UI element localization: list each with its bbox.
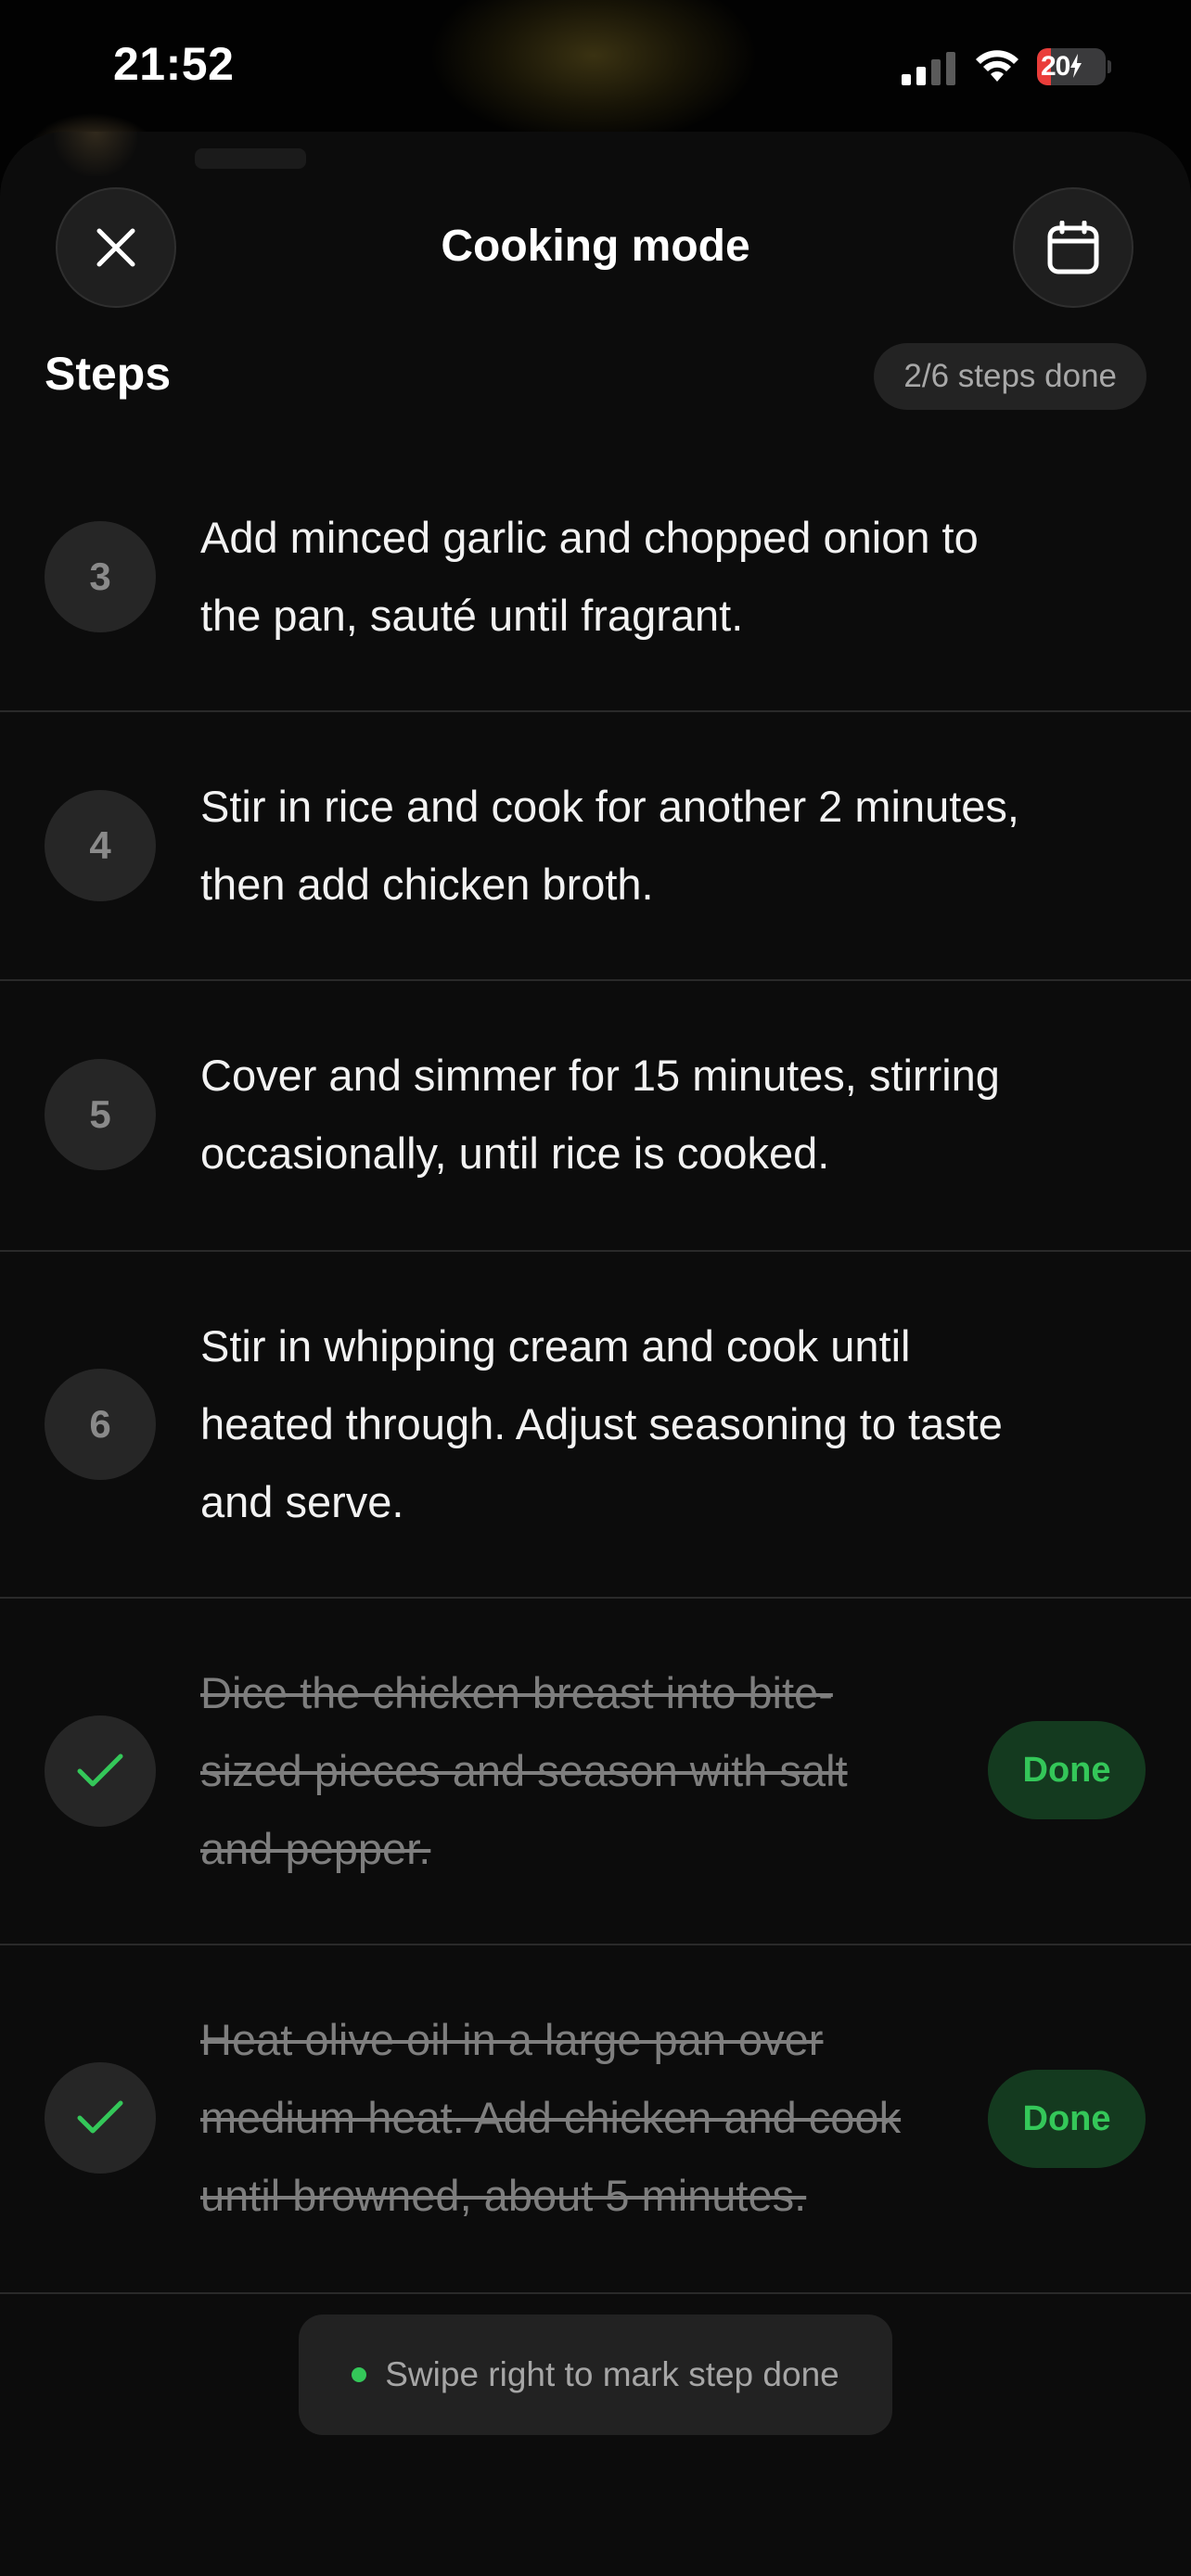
checkmark-icon (77, 2100, 123, 2134)
step-list: 3 Add minced garlic and chopped onion to… (0, 441, 1191, 2294)
step-text-line: Dice the chicken breast into bite- (200, 1668, 833, 1717)
step-row-completed[interactable]: Dice the chicken breast into bite- sized… (0, 1599, 1191, 1945)
step-done-indicator (45, 2062, 156, 2174)
step-row[interactable]: 6 Stir in whipping cream and cook until … (0, 1252, 1191, 1599)
step-text-line: heated through. Adjust seasoning to tast… (200, 1399, 1003, 1448)
calendar-icon (1047, 221, 1099, 274)
step-text: Stir in whipping cream and cook until he… (200, 1307, 1003, 1541)
step-row[interactable]: 3 Add minced garlic and chopped onion to… (0, 441, 1191, 712)
status-bar: 21:52 20 (0, 0, 1191, 130)
step-text-line: the pan, sauté until fragrant. (200, 591, 744, 640)
steps-heading: Steps (45, 348, 172, 400)
step-text-line: and pepper. (200, 1824, 431, 1873)
swipe-hint-toast: Swipe right to mark step done (299, 2315, 892, 2435)
wifi-icon (976, 50, 1018, 82)
battery-level: 20 (1041, 51, 1082, 83)
step-text-line: then add chicken broth. (200, 860, 654, 909)
step-row-completed[interactable]: Heat olive oil in a large pan over mediu… (0, 1945, 1191, 2294)
step-text-line: Cover and simmer for 15 minutes, stirrin… (200, 1051, 1000, 1100)
step-text-line: Stir in whipping cream and cook until (200, 1321, 911, 1371)
cellular-signal-icon (902, 52, 955, 85)
steps-progress-badge: 2/6 steps done (874, 343, 1146, 410)
status-time: 21:52 (113, 38, 235, 90)
step-text-line: Heat olive oil in a large pan over (200, 2015, 824, 2064)
sheet-header: Cooking mode (0, 187, 1191, 312)
step-text: Heat olive oil in a large pan over mediu… (200, 2001, 901, 2235)
step-text: Cover and simmer for 15 minutes, stirrin… (200, 1037, 1000, 1192)
calendar-button[interactable] (1013, 187, 1133, 308)
toast-text: Swipe right to mark step done (385, 2355, 839, 2393)
step-text-line: sized pieces and season with salt (200, 1746, 848, 1795)
step-text: Stir in rice and cook for another 2 minu… (200, 768, 1019, 924)
step-number: 3 (45, 521, 156, 632)
step-text: Dice the chicken breast into bite- sized… (200, 1654, 848, 1888)
done-badge[interactable]: Done (988, 1721, 1146, 1819)
green-dot-icon (352, 2367, 367, 2382)
step-text-line: medium heat. Add chicken and cook (200, 2093, 902, 2142)
charging-bolt-icon (1070, 54, 1082, 78)
underlying-content (195, 148, 306, 169)
step-row[interactable]: 4 Stir in rice and cook for another 2 mi… (0, 712, 1191, 981)
cooking-mode-sheet: Cooking mode Steps 2/6 steps done 3 Add … (0, 132, 1191, 2576)
step-text-line: occasionally, until rice is cooked. (200, 1129, 830, 1178)
step-text: Add minced garlic and chopped onion to t… (200, 499, 979, 655)
step-text-line: Add minced garlic and chopped onion to (200, 513, 979, 562)
battery-charging-icon: 20 (1037, 48, 1111, 85)
step-number: 4 (45, 790, 156, 901)
step-number: 5 (45, 1059, 156, 1170)
step-text-line: and serve. (200, 1477, 404, 1526)
underlying-thumbnail (54, 132, 137, 176)
checkmark-icon (77, 1753, 123, 1787)
battery-cap (1108, 60, 1111, 73)
step-number: 6 (45, 1369, 156, 1480)
done-badge[interactable]: Done (988, 2070, 1146, 2168)
step-text-line: until browned, about 5 minutes. (200, 2171, 807, 2220)
battery-body: 20 (1037, 48, 1106, 85)
step-row[interactable]: 5 Cover and simmer for 15 minutes, stirr… (0, 981, 1191, 1252)
step-text-line: Stir in rice and cook for another 2 minu… (200, 782, 1019, 831)
step-done-indicator (45, 1715, 156, 1827)
